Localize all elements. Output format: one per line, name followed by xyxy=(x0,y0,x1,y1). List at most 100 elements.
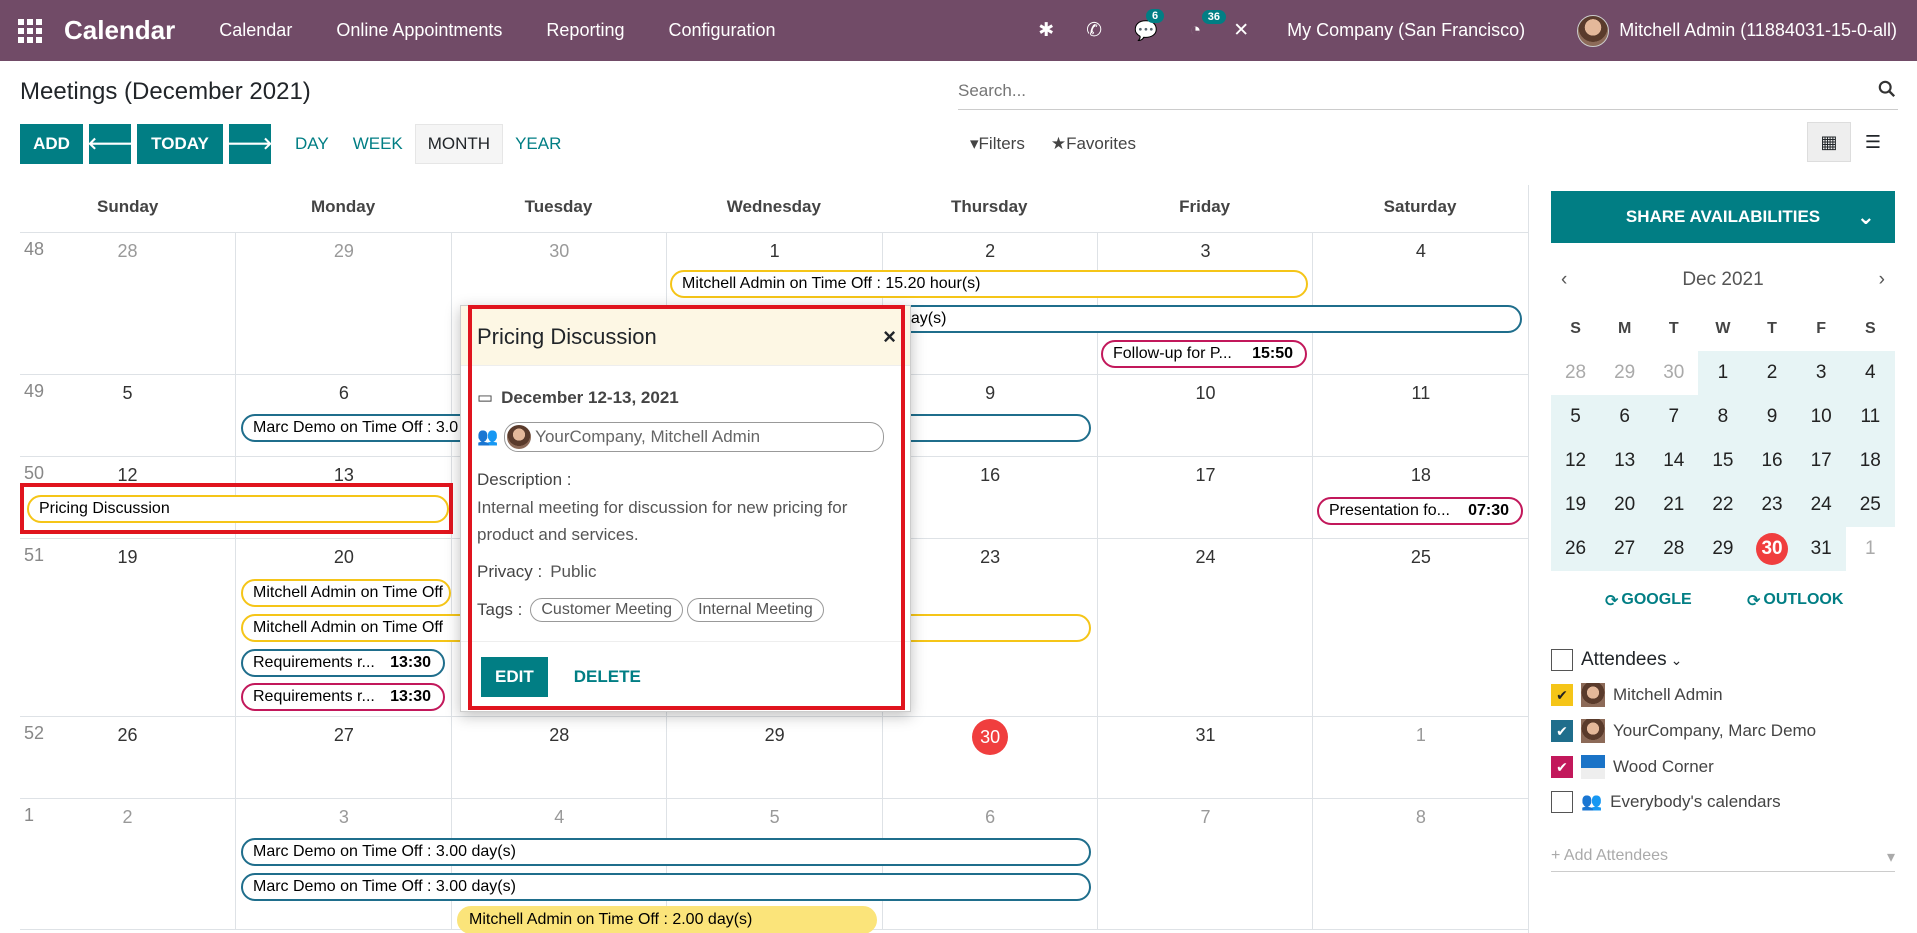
view-month[interactable]: MONTH xyxy=(414,124,504,164)
prev-arrow-icon[interactable]: 🡐 xyxy=(87,124,133,164)
mini-day[interactable]: 6 xyxy=(1600,395,1650,439)
list-view-icon[interactable]: ☰ xyxy=(1851,122,1895,162)
filters-toggle[interactable]: ▾Filters xyxy=(970,134,1025,154)
debug-bug-icon[interactable]: ✱ xyxy=(1038,19,1054,42)
mini-day[interactable]: 25 xyxy=(1845,483,1895,527)
mini-day[interactable]: 20 xyxy=(1600,483,1650,527)
mini-day[interactable]: 23 xyxy=(1747,483,1797,527)
mini-day[interactable]: 14 xyxy=(1649,439,1699,483)
mini-day[interactable]: 9 xyxy=(1747,395,1797,439)
day-cell[interactable]: 29 xyxy=(666,717,881,798)
mini-day[interactable]: 1 xyxy=(1846,527,1895,571)
mini-day[interactable]: 18 xyxy=(1845,439,1895,483)
mini-day[interactable]: 3 xyxy=(1796,351,1846,395)
add-attendees-input[interactable]: + Add Attendees ▾ xyxy=(1551,847,1895,872)
mini-day[interactable]: 22 xyxy=(1698,483,1748,527)
mini-day[interactable]: 17 xyxy=(1796,439,1846,483)
day-cell[interactable]: 31 xyxy=(1097,717,1312,798)
menu-online-appointments[interactable]: Online Appointments xyxy=(336,20,502,41)
search-input[interactable] xyxy=(958,76,1858,106)
mini-day[interactable]: 5 xyxy=(1551,395,1601,439)
menu-reporting[interactable]: Reporting xyxy=(546,20,624,41)
add-button[interactable]: ADD xyxy=(20,124,83,164)
event-time-off-mitchell-20a[interactable]: Mitchell Admin on Time Off xyxy=(241,579,451,607)
mini-day[interactable]: 10 xyxy=(1796,395,1846,439)
mini-day[interactable]: 7 xyxy=(1649,395,1699,439)
view-year[interactable]: YEAR xyxy=(503,124,573,164)
tools-icon[interactable]: ✕ xyxy=(1233,19,1249,42)
day-cell[interactable]: 29 xyxy=(235,233,450,374)
mini-day[interactable]: 29 xyxy=(1698,527,1748,571)
attendee-marc-demo[interactable]: ✔ YourCompany, Marc Demo xyxy=(1551,719,1816,743)
day-cell[interactable]: 10 xyxy=(1097,375,1312,456)
attendees-filter-title[interactable]: Attendees ⌄ xyxy=(1551,649,1682,671)
event-pricing-discussion[interactable]: Pricing Discussion xyxy=(27,495,449,523)
mini-day[interactable]: 2 xyxy=(1747,351,1797,395)
checkbox-checked[interactable]: ✔ xyxy=(1551,720,1573,742)
mini-day[interactable]: 21 xyxy=(1649,483,1699,527)
view-day[interactable]: DAY xyxy=(283,124,341,164)
day-cell[interactable]: 1 xyxy=(1312,717,1527,798)
event-requirements-1[interactable]: Requirements r... 13:30 xyxy=(241,649,445,677)
day-cell[interactable]: 19 xyxy=(20,539,235,716)
attendees-all-checkbox[interactable] xyxy=(1551,649,1573,671)
checkbox-checked[interactable]: ✔ xyxy=(1551,684,1573,706)
menu-calendar[interactable]: Calendar xyxy=(219,20,292,41)
checkbox-checked[interactable]: ✔ xyxy=(1551,756,1573,778)
mini-day[interactable]: 19 xyxy=(1551,483,1601,527)
day-cell[interactable]: 11 xyxy=(1312,375,1527,456)
event-marc-demo-time-off-b[interactable]: Marc Demo on Time Off : 3.00 day(s) xyxy=(241,873,1091,901)
activity-clock-icon[interactable]: ◔ 36 xyxy=(1190,9,1226,42)
day-cell[interactable]: 4 xyxy=(1312,233,1527,374)
mini-day[interactable]: 31 xyxy=(1796,527,1846,571)
mini-day[interactable]: 12 xyxy=(1551,439,1601,483)
event-presentation[interactable]: Presentation fo... 07:30 xyxy=(1317,497,1523,525)
event-follow-up[interactable]: Follow-up for P... 15:50 xyxy=(1101,340,1307,368)
event-time-off-mitchell[interactable]: Mitchell Admin on Time Off : 15.20 hour(… xyxy=(670,270,1308,298)
google-sync-button[interactable]: ⟳ GOOGLE xyxy=(1605,591,1692,611)
mini-day[interactable]: 27 xyxy=(1600,527,1650,571)
mini-day[interactable]: 15 xyxy=(1698,439,1748,483)
outlook-sync-button[interactable]: ⟳ OUTLOOK xyxy=(1747,591,1843,611)
today-button[interactable]: TODAY xyxy=(137,124,223,164)
search-icon[interactable] xyxy=(1878,80,1896,98)
event-time-off-multi[interactable]: day(s) xyxy=(890,305,1522,333)
delete-button[interactable]: DELETE xyxy=(574,667,641,687)
mini-day[interactable]: 30 xyxy=(1649,351,1698,395)
user-avatar[interactable] xyxy=(1577,14,1610,47)
next-arrow-icon[interactable]: 🡒 xyxy=(227,124,273,164)
mini-day[interactable]: 16 xyxy=(1747,439,1797,483)
attendee-wood-corner[interactable]: ✔ Wood Corner xyxy=(1551,755,1714,779)
chat-icon[interactable]: 💬 6 xyxy=(1134,8,1165,43)
attendee-everybody[interactable]: 👥 Everybody's calendars xyxy=(1551,791,1781,813)
day-cell[interactable]: 2 xyxy=(20,799,235,929)
checkbox-unchecked[interactable] xyxy=(1551,791,1573,813)
view-week[interactable]: WEEK xyxy=(341,124,415,164)
event-time-off-mitchell-2days[interactable]: Mitchell Admin on Time Off : 2.00 day(s) xyxy=(457,906,877,933)
attendees-pill[interactable]: YourCompany, Mitchell Admin xyxy=(504,422,885,452)
day-cell[interactable]: 27 xyxy=(235,717,450,798)
day-cell[interactable]: 5 xyxy=(20,375,235,456)
day-cell[interactable]: 24 xyxy=(1097,539,1312,716)
menu-configuration[interactable]: Configuration xyxy=(668,20,775,41)
mini-day[interactable]: 28 xyxy=(1649,527,1699,571)
day-cell[interactable]: 28 xyxy=(20,233,235,374)
edit-button[interactable]: EDIT xyxy=(481,656,548,697)
mini-day[interactable]: 30 xyxy=(1747,527,1797,571)
favorites-toggle[interactable]: ★Favorites xyxy=(1051,134,1136,154)
day-cell[interactable]: 28 xyxy=(450,717,666,798)
day-cell[interactable]: 8 xyxy=(1312,799,1527,929)
mini-day[interactable]: 4 xyxy=(1845,351,1895,395)
mini-prev-icon[interactable]: ‹ xyxy=(1561,269,1567,291)
event-requirements-2[interactable]: Requirements r... 13:30 xyxy=(241,683,445,711)
user-menu[interactable]: Mitchell Admin (11884031-15-0-all) xyxy=(1619,20,1897,41)
day-cell[interactable]: 7 xyxy=(1097,799,1312,929)
close-icon[interactable]: × xyxy=(883,324,896,350)
mini-day[interactable]: 13 xyxy=(1600,439,1650,483)
app-brand[interactable]: Calendar xyxy=(64,15,175,46)
day-cell[interactable]: 16 xyxy=(881,457,1097,538)
phone-icon[interactable]: ✆ xyxy=(1086,19,1102,42)
share-availabilities-button[interactable]: SHARE AVAILABILITIES ⌄ xyxy=(1551,191,1895,243)
mini-day[interactable]: 26 xyxy=(1551,527,1601,571)
mini-next-icon[interactable]: › xyxy=(1879,269,1885,291)
